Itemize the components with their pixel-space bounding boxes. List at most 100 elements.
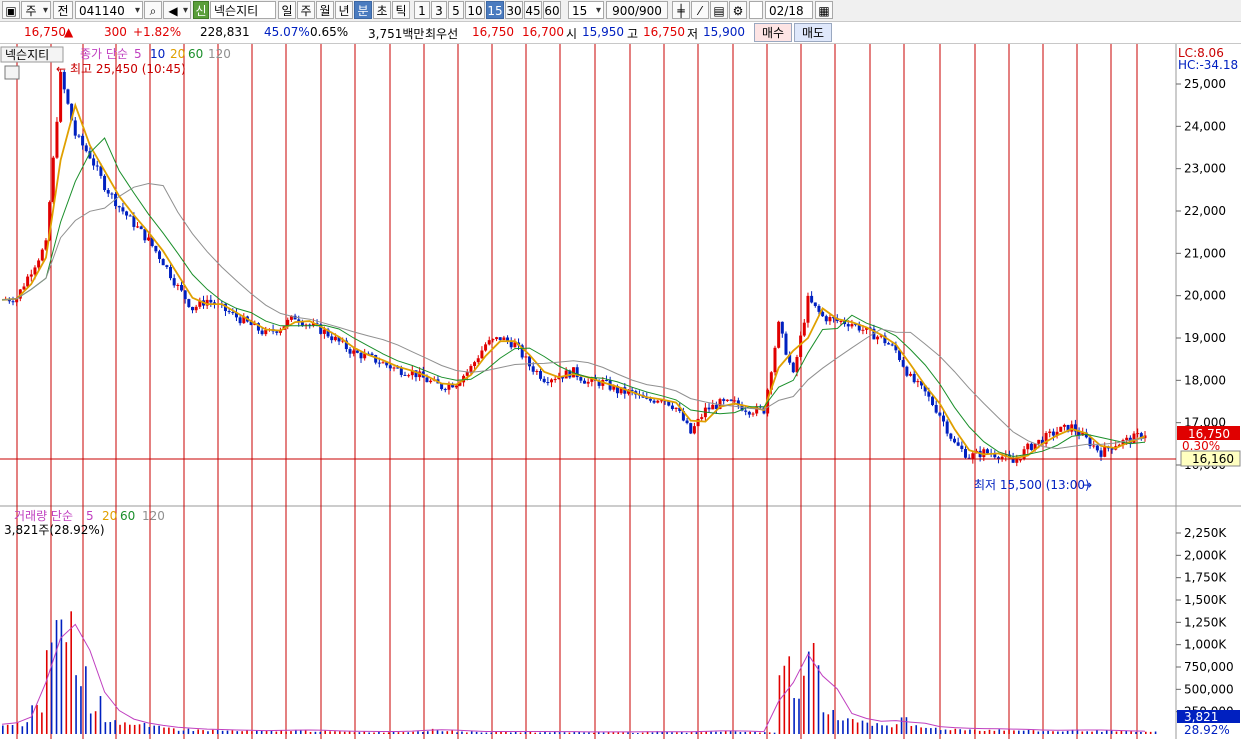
calendar-icon[interactable]: ▦ (815, 1, 833, 19)
type-select[interactable]: 전 (53, 1, 73, 19)
volume-bar (597, 732, 600, 734)
interval-select-value: 15 (572, 4, 588, 18)
search-icon[interactable]: ⌕ (144, 1, 162, 19)
volume-bar (260, 730, 263, 734)
tab-period-5[interactable]: 초 (373, 1, 391, 19)
tab-period-3[interactable]: 년 (335, 1, 353, 19)
trade-amount: 3,751백만 (368, 27, 425, 41)
volume-bar (524, 731, 527, 734)
volume-bar (534, 732, 537, 734)
speaker-icon[interactable]: ◀ (163, 1, 191, 19)
candle-body (582, 380, 586, 384)
tab-period-1[interactable]: 주 (297, 1, 315, 19)
candle-body (26, 276, 30, 287)
candle-body (509, 341, 513, 348)
candle-body (227, 311, 231, 313)
volume-bar (109, 722, 112, 734)
candle-body (352, 350, 356, 354)
volume-bar (1140, 731, 1142, 734)
panel-menu-icon[interactable] (4, 65, 20, 80)
legend-ma60: 60 (188, 47, 203, 61)
volume-bar (676, 732, 678, 734)
date-field[interactable]: 02/18 (765, 1, 813, 19)
volume-bar (1081, 731, 1084, 734)
tab-period-0[interactable]: 일 (278, 1, 296, 19)
ask-price: 16,750 (472, 25, 514, 39)
price-change: 300 (104, 25, 127, 39)
tab-period-4[interactable]: 분 (354, 1, 372, 19)
volume-bar (329, 731, 331, 734)
line-tool-icon[interactable]: ⁄ (691, 1, 709, 19)
count-field[interactable]: 900/900 (606, 1, 668, 19)
count-value: 900/900 (612, 4, 662, 18)
candle-tool-icon[interactable]: ╪ (672, 1, 690, 19)
candle-body (1018, 459, 1022, 461)
high-price: 16,750 (643, 25, 685, 39)
candle-body (795, 356, 799, 373)
volume-bar (246, 730, 248, 734)
volume-bar (143, 722, 146, 734)
volume-bar (475, 731, 478, 734)
candle-body (187, 299, 191, 307)
candle-body (784, 333, 788, 355)
code-input[interactable]: 041140 (75, 1, 143, 19)
candle-body (84, 145, 88, 152)
save-icon[interactable]: ▤ (710, 1, 728, 19)
volume-bar (739, 732, 742, 734)
volume-bar (426, 731, 429, 734)
tab-interval-2[interactable]: 5 (448, 1, 464, 19)
candle-body (652, 400, 656, 403)
tab-interval-4[interactable]: 15 (486, 1, 504, 19)
candle-body (670, 405, 674, 409)
volume-bar (983, 731, 986, 734)
volume-bar (231, 730, 234, 734)
volume-bar (573, 732, 576, 734)
low-price: 15,900 (703, 25, 745, 39)
price-change-pct: +1.82% (133, 25, 182, 39)
candle-body (121, 207, 125, 212)
volume-bar (866, 722, 869, 734)
layout-icon[interactable]: ▣ (2, 1, 20, 19)
candle-body (22, 286, 26, 290)
volume-bar (803, 675, 805, 734)
tab-interval-1[interactable]: 3 (431, 1, 447, 19)
volume-bar (915, 725, 918, 734)
volume-bar (50, 642, 53, 734)
tab-interval-0[interactable]: 1 (414, 1, 430, 19)
volume-bar (1130, 731, 1132, 734)
candle-body (73, 120, 77, 136)
tab-interval-3[interactable]: 10 (465, 1, 485, 19)
tab-interval-6[interactable]: 45 (524, 1, 542, 19)
market-select[interactable]: 주 (21, 1, 51, 19)
sell-button[interactable]: 매도 (794, 23, 832, 42)
type-select-value: 전 (57, 4, 69, 18)
tab-period-6[interactable]: 틱 (392, 1, 410, 19)
volume-bar (85, 666, 87, 734)
volume-bar (16, 722, 19, 734)
candle-body (191, 306, 194, 311)
volume-bar (1052, 731, 1054, 734)
volume-bar (754, 731, 756, 734)
volume-bar (1115, 731, 1118, 734)
gear-icon[interactable]: ⚙ (729, 1, 747, 19)
volume-bar (168, 727, 170, 734)
candle-body (95, 165, 99, 167)
chart-area[interactable]: 25,000 24,000 23,000 22,000 21,000 20,000 19,0… (0, 44, 1241, 739)
checkbox-icon[interactable] (749, 1, 763, 19)
tab-interval-7[interactable]: 60 (543, 1, 561, 19)
candle-body (81, 135, 85, 146)
volume-bar (627, 732, 629, 734)
interval-select[interactable]: 15 (568, 1, 604, 19)
open-price: 15,950 (582, 25, 624, 39)
candle-body (407, 375, 411, 377)
candle-body (674, 407, 678, 409)
candle-body (103, 175, 107, 191)
tab-interval-5[interactable]: 30 (505, 1, 523, 19)
volume-bar (270, 730, 273, 734)
candle-body (476, 358, 480, 363)
candle-body (180, 284, 184, 291)
buy-button[interactable]: 매수 (754, 23, 792, 42)
stock-name-field[interactable]: 넥슨지티 (210, 1, 276, 19)
tab-period-2[interactable]: 월 (316, 1, 334, 19)
crosshair-price-label: 16,160 (1192, 452, 1234, 466)
